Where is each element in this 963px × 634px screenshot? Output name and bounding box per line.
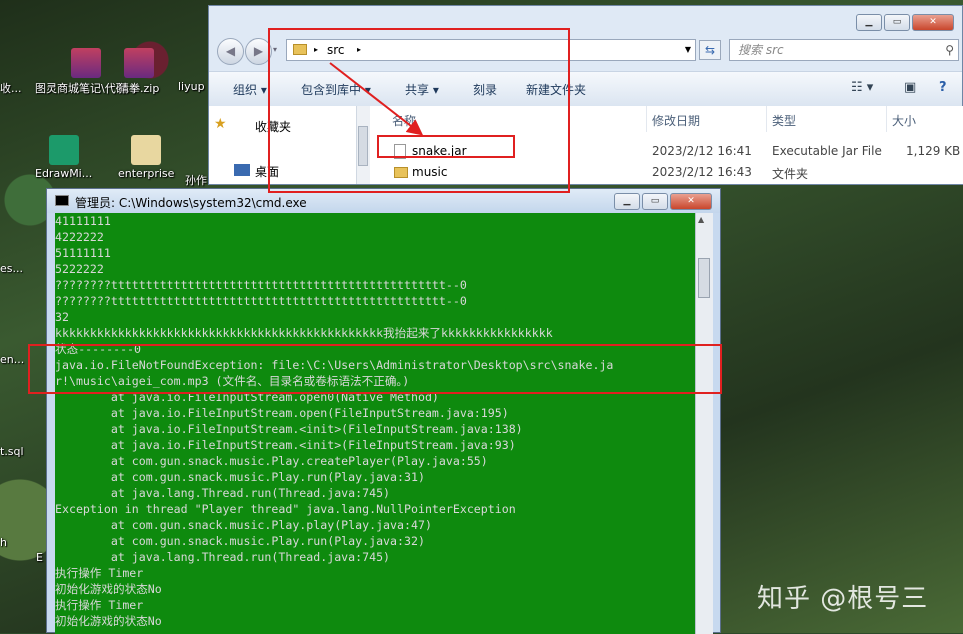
annotation-arrow [329, 62, 424, 136]
watermark: 知乎 @根号三 [757, 584, 929, 614]
